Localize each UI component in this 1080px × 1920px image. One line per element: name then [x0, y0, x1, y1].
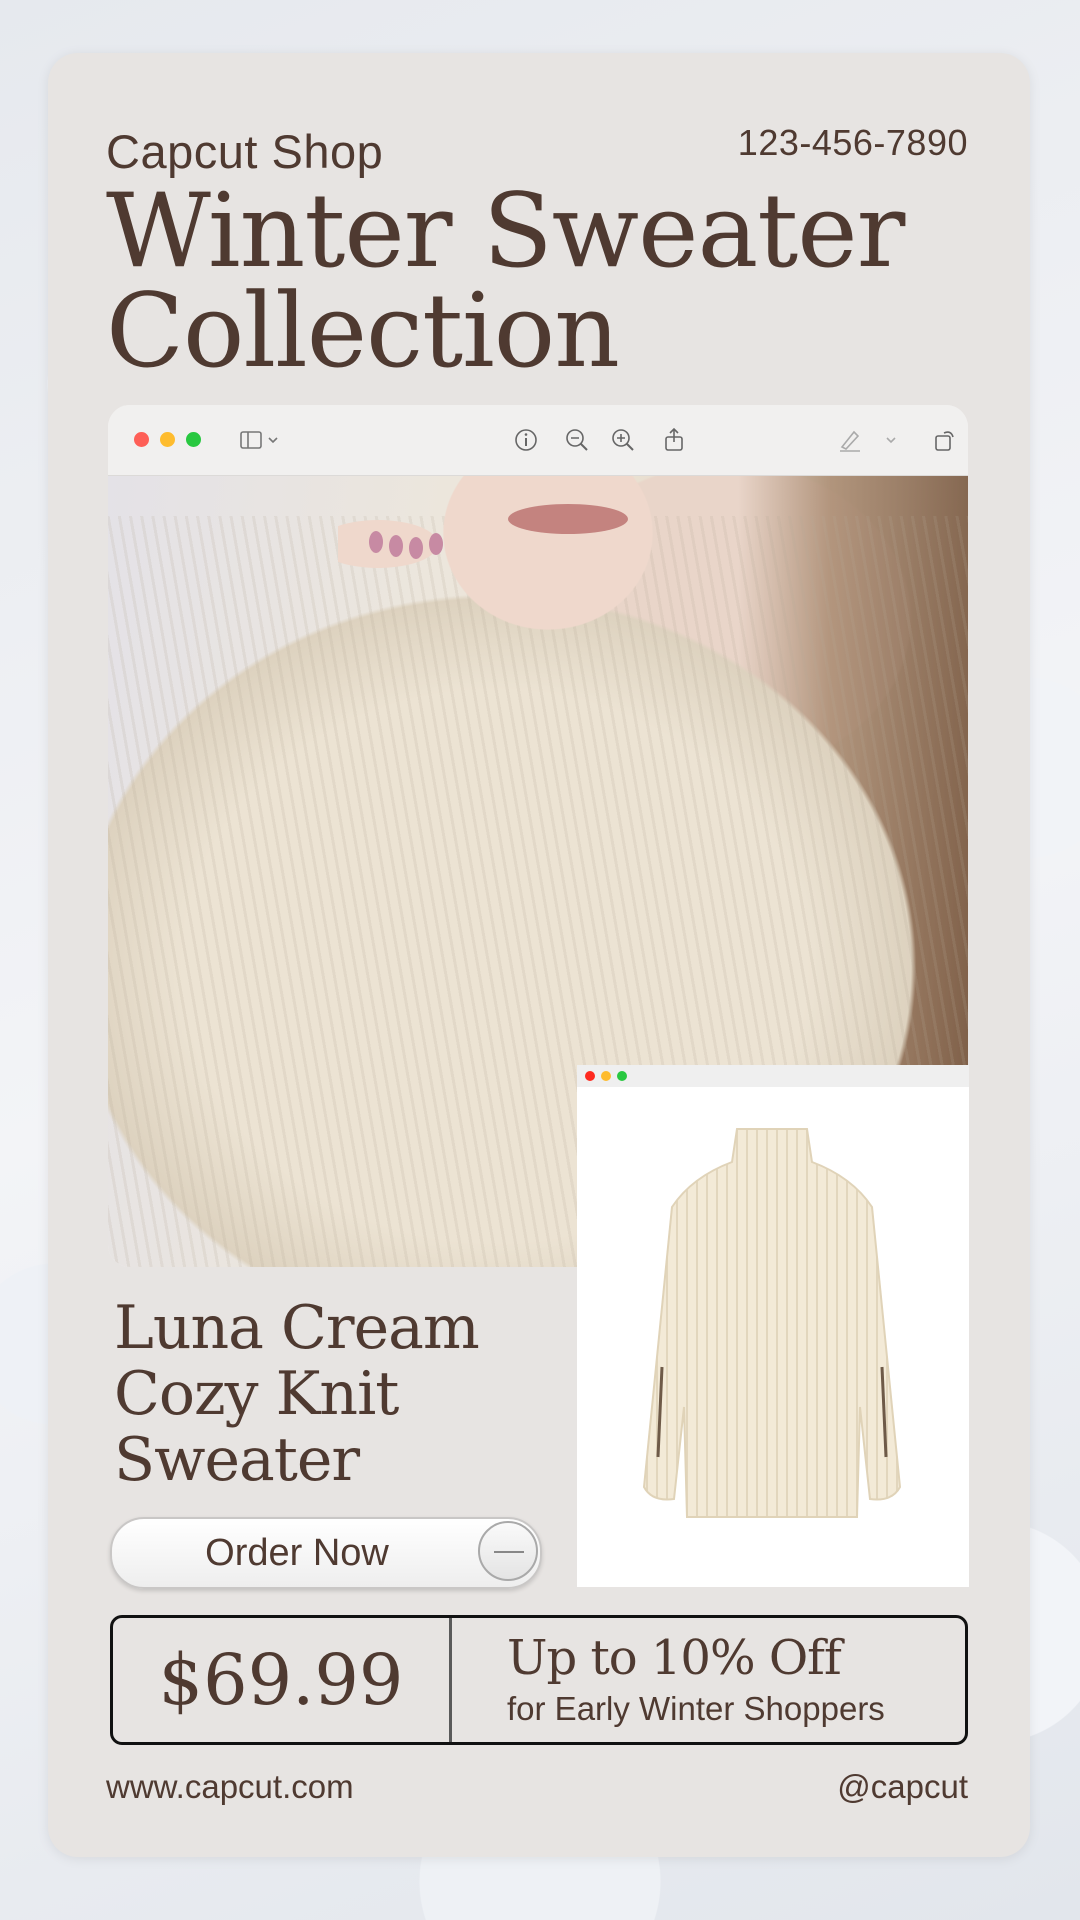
title-line-1: Winter Sweater: [106, 172, 905, 291]
product-window-titlebar: [577, 1065, 969, 1087]
shop-name: Capcut Shop: [106, 125, 384, 178]
minimize-window-button[interactable]: [601, 1071, 611, 1081]
hand-shape: [338, 520, 443, 568]
toggle-knob-icon: [478, 1521, 538, 1581]
website-link[interactable]: www.capcut.com: [106, 1768, 354, 1806]
order-now-label: Order Now: [205, 1532, 389, 1574]
product-name-line-2: Cozy Knit: [114, 1359, 399, 1429]
product-name-line-3: Sweater: [114, 1425, 360, 1495]
close-window-button[interactable]: [134, 432, 149, 447]
chevron-down-icon[interactable]: [266, 427, 280, 453]
zoom-in-icon[interactable]: [610, 427, 636, 453]
zoom-window-button[interactable]: [186, 432, 201, 447]
product-name: Luna Cream Cozy Knit Sweater: [114, 1295, 574, 1493]
sidebar-icon[interactable]: [238, 427, 264, 453]
zoom-out-icon[interactable]: [564, 427, 590, 453]
title-line-2: Collection: [106, 272, 620, 391]
share-icon[interactable]: [661, 427, 687, 453]
price-box: $69.99 Up to 10% Off for Early Winter Sh…: [110, 1615, 968, 1745]
lips-shape: [508, 504, 628, 534]
offer-subtitle: for Early Winter Shoppers: [507, 1690, 885, 1727]
rotate-icon[interactable]: [932, 427, 958, 453]
window-toolbar: [108, 405, 968, 476]
close-window-button[interactable]: [585, 1071, 595, 1081]
chevron-down-icon[interactable]: [884, 427, 898, 453]
highlight-pen-icon[interactable]: [837, 427, 863, 453]
order-now-button[interactable]: Order Now: [110, 1517, 542, 1589]
info-icon[interactable]: [513, 427, 539, 453]
social-handle[interactable]: @capcut: [837, 1768, 968, 1806]
product-window: [577, 1065, 969, 1587]
offer-title: Up to 10% Off: [507, 1630, 842, 1686]
product-name-line-1: Luna Cream: [114, 1293, 480, 1363]
zoom-window-button[interactable]: [617, 1071, 627, 1081]
minimize-window-button[interactable]: [160, 432, 175, 447]
page-title: Winter Sweater Collection: [106, 172, 966, 391]
price: $69.99: [158, 1639, 404, 1721]
phone-number[interactable]: 123-456-7890: [738, 122, 968, 164]
price-divider: [449, 1618, 452, 1742]
sweater-product-image: [642, 1128, 902, 1518]
